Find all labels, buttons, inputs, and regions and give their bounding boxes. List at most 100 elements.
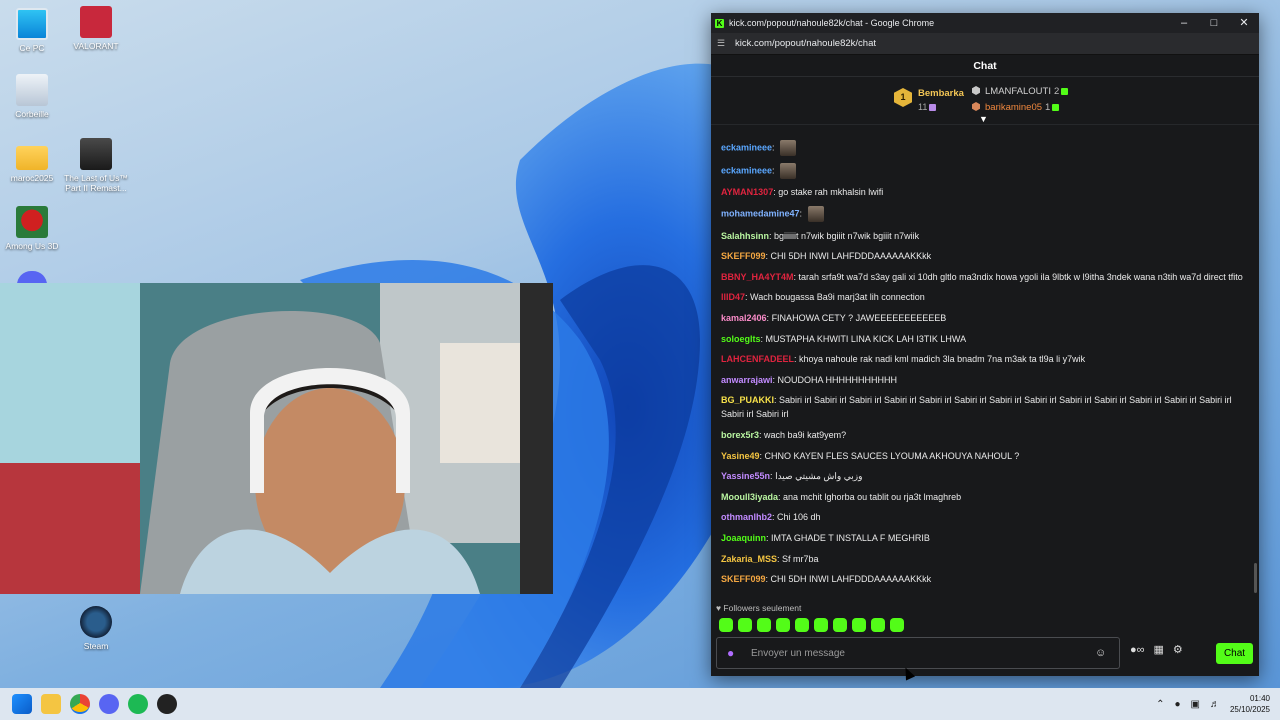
chat-username[interactable]: anwarrajawi (721, 375, 773, 385)
maximize-button[interactable]: □ (1199, 13, 1229, 33)
emote-icon[interactable] (852, 618, 866, 632)
chat-message: eckamineee: (721, 137, 1249, 160)
leaderboard-third[interactable]: barikamine05 1 (972, 102, 1060, 113)
leaderboard-third-name: barikamine05 (985, 102, 1043, 113)
url-text[interactable]: kick.com/popout/nahoule82k/chat (735, 38, 876, 49)
chat-username[interactable]: eckamineee (721, 165, 772, 175)
emote-icon[interactable] (776, 618, 790, 632)
chat-username[interactable]: LAHCENFADEEL (721, 354, 794, 364)
desktop-icon-label: The Last of Us™ Part II Remast... (64, 173, 128, 193)
emote-icon[interactable] (738, 618, 752, 632)
emoji-picker-icon[interactable]: ☺ (1095, 647, 1119, 659)
chat-message: Salahhsinn: bgiiiiiit n7wik bgiiit n7wik… (721, 225, 1249, 246)
window-title: kick.com/popout/nahoule82k/chat - Google… (729, 18, 935, 28)
heart-icon: ♥ (716, 603, 722, 613)
emote-icon[interactable] (890, 618, 904, 632)
chat-message: Zakaria_MSS: Sf mr7ba (721, 548, 1249, 569)
chat-username[interactable]: Salahhsinn (721, 231, 769, 241)
network-icon[interactable]: ▣ (1191, 699, 1200, 710)
chat-emote-icon (780, 140, 797, 157)
collapse-icon[interactable]: ▼ (979, 114, 988, 124)
clock[interactable]: 01:40 25/10/2025 (1230, 693, 1270, 715)
silver-badge-icon (972, 86, 980, 95)
bronze-badge-icon (972, 102, 980, 111)
emote-icon[interactable] (757, 618, 771, 632)
chevron-up-icon[interactable]: ⌃ (1156, 699, 1164, 710)
emote-icon[interactable] (814, 618, 828, 632)
site-settings-icon[interactable]: ☰ (717, 38, 731, 49)
chat-username[interactable]: SKEFF099 (721, 574, 766, 584)
separator: : (772, 165, 778, 176)
spotify-icon[interactable] (128, 694, 148, 714)
separator: : (772, 142, 778, 153)
desktop-icon-among-us[interactable]: Among Us 3D (0, 206, 67, 251)
window-titlebar[interactable]: K kick.com/popout/nahoule82k/chat - Goog… (711, 13, 1259, 33)
chat-message: othmanlhb2: Chi 106 dh (721, 507, 1249, 528)
minimize-button[interactable]: – (1169, 13, 1199, 33)
chat-username[interactable]: lllD47 (721, 292, 745, 302)
chat-username[interactable]: Mooull3iyada (721, 492, 778, 502)
chat-header: Chat (711, 55, 1259, 77)
close-button[interactable]: ✕ (1229, 13, 1259, 33)
discord-icon[interactable] (99, 694, 119, 714)
file-explorer-icon[interactable] (41, 694, 61, 714)
volume-icon[interactable]: ♬ (1210, 699, 1220, 710)
obs-icon[interactable] (157, 694, 177, 714)
chat-username[interactable]: Yassine55n (721, 471, 770, 481)
emote-icon[interactable] (719, 618, 733, 632)
leaderboard-first-count: 11 (918, 102, 937, 112)
chat-username[interactable]: mohamedamine47 (721, 208, 800, 218)
chat-message-input[interactable] (751, 647, 1095, 659)
gear-icon[interactable]: ⚙ (1173, 643, 1183, 656)
desktop-icon-this-pc[interactable]: Ce PC (0, 8, 67, 53)
leaderboard-second[interactable]: LMANFALOUTI 2 (972, 86, 1069, 97)
chat-message-list[interactable]: eckamineee: eckamineee: AYMAN1307: go st… (711, 137, 1259, 599)
microphone-icon[interactable]: ● (727, 646, 741, 660)
desktop-icon-steam[interactable]: Steam (61, 606, 131, 651)
rank-badge: 1 (894, 88, 912, 107)
scrollbar[interactable] (1254, 563, 1257, 593)
windows-start-icon[interactable] (12, 694, 32, 714)
taskbar: ⌃ ● ▣ ♬ 01:40 25/10/2025 (0, 688, 1280, 720)
chat-username[interactable]: Zakaria_MSS (721, 554, 777, 564)
chat-message-text: tarah srfa9t wa7d s3ay gali xi 10dh gltl… (798, 271, 1243, 282)
chat-username[interactable]: Yasine49 (721, 451, 760, 461)
chat-username[interactable]: eckamineee (721, 143, 772, 153)
leaderboard-first-name[interactable]: Bembarka (918, 88, 964, 99)
address-bar[interactable]: ☰ kick.com/popout/nahoule82k/chat (711, 33, 1259, 55)
emote-icon[interactable] (795, 618, 809, 632)
chat-message: AYMAN1307: go stake rah mkhalsin lwifi (721, 182, 1249, 203)
folder-icon (16, 146, 48, 170)
emote-icon[interactable] (871, 618, 885, 632)
chat-username[interactable]: AYMAN1307 (721, 187, 773, 197)
points-icon[interactable]: ●∞ (1130, 644, 1145, 656)
chat-message: Yasine49: CHNO KAYEN FLES SAUCES LYOUMA … (721, 445, 1249, 466)
desktop-icon-the-last-of-us[interactable]: The Last of Us™ Part II Remast... (61, 138, 131, 193)
send-chat-button[interactable]: Chat (1216, 643, 1253, 664)
chat-message: lllD47: Wach bougassa Ba9i marj3at lih c… (721, 287, 1249, 308)
chat-message: Mooull3iyada: ana mchit lghorba ou tabli… (721, 487, 1249, 508)
valorant-icon (80, 6, 112, 38)
desktop-icon-valorant[interactable]: VALORANT (61, 6, 131, 51)
store-icon[interactable]: ▦ (1154, 643, 1164, 656)
emote-icon[interactable] (833, 618, 847, 632)
separator: : (799, 208, 805, 219)
chat-input-box[interactable]: ● ☺ (716, 637, 1120, 669)
desktop-icon-recycle-bin[interactable]: Corbeille (0, 74, 67, 119)
chat-username[interactable]: SKEFF099 (721, 251, 766, 261)
chat-username[interactable]: BG_PUAKKI (721, 395, 774, 405)
chat-username[interactable]: soloeglts (721, 334, 761, 344)
chrome-window: K kick.com/popout/nahoule82k/chat - Goog… (711, 13, 1259, 676)
microphone-tray-icon[interactable]: ● (1174, 699, 1180, 710)
chat-message: kamal2406: FINAHOWA CETY ? JAWEEEEEEEEEE… (721, 308, 1249, 329)
chat-username[interactable]: Joaaquinn (721, 533, 766, 543)
desktop-icon-maroc2025[interactable]: maroc2025 (0, 140, 67, 183)
desktop-icon-label: Ce PC (19, 43, 45, 53)
chat-username[interactable]: othmanlhb2 (721, 512, 772, 522)
leaderboard-second-count: 2 (1054, 86, 1060, 97)
chat-username[interactable]: BBNY_HA4YT4M (721, 272, 794, 282)
chrome-icon[interactable] (70, 694, 90, 714)
chat-message: BBNY_HA4YT4M: tarah srfa9t wa7d s3ay gal… (721, 267, 1249, 288)
chat-username[interactable]: kamal2406 (721, 313, 767, 323)
chat-username[interactable]: borex5r3 (721, 430, 759, 440)
